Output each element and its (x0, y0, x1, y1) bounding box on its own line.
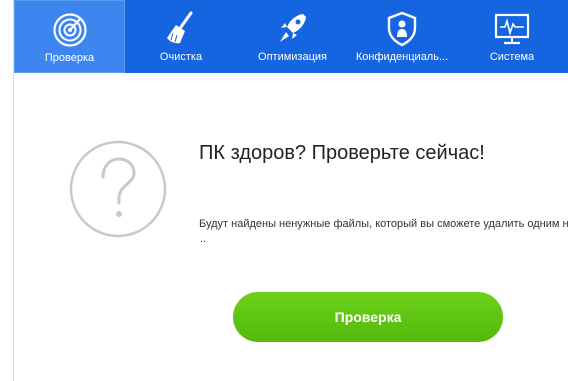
tab-optimization[interactable]: Оптимизация (237, 0, 348, 73)
question-icon (68, 139, 168, 244)
shield-icon (382, 10, 422, 48)
tab-scan[interactable]: Проверка (14, 0, 125, 73)
window-left-edge (0, 0, 14, 381)
description-text: Будут найдены ненужные файлы, который вы… (199, 218, 568, 230)
tab-scan-label: Проверка (44, 52, 95, 64)
scan-button[interactable]: Проверка (233, 292, 503, 342)
tab-privacy[interactable]: Конфиденциаль... (348, 0, 456, 73)
main-panel: ПК здоров? Проверьте сейчас! Будут найде… (15, 73, 568, 381)
description-continuation: .. (200, 233, 207, 245)
radar-icon (50, 11, 90, 49)
tab-system-label: Система (489, 51, 535, 63)
broom-icon (161, 10, 201, 48)
page-headline: ПК здоров? Проверьте сейчас! (199, 142, 485, 164)
tab-cleanup-label: Очистка (159, 51, 203, 63)
tab-system[interactable]: Система (456, 0, 568, 73)
tab-cleanup[interactable]: Очистка (125, 0, 237, 73)
app-window: Проверка Очистка Оптимизация Конфиденциа… (0, 0, 568, 381)
tab-privacy-label: Конфиденциаль... (355, 51, 449, 63)
rocket-icon (273, 10, 313, 48)
tab-optimization-label: Оптимизация (258, 51, 327, 63)
main-toolbar: Проверка Очистка Оптимизация Конфиденциа… (14, 0, 568, 73)
monitor-icon (492, 10, 532, 48)
